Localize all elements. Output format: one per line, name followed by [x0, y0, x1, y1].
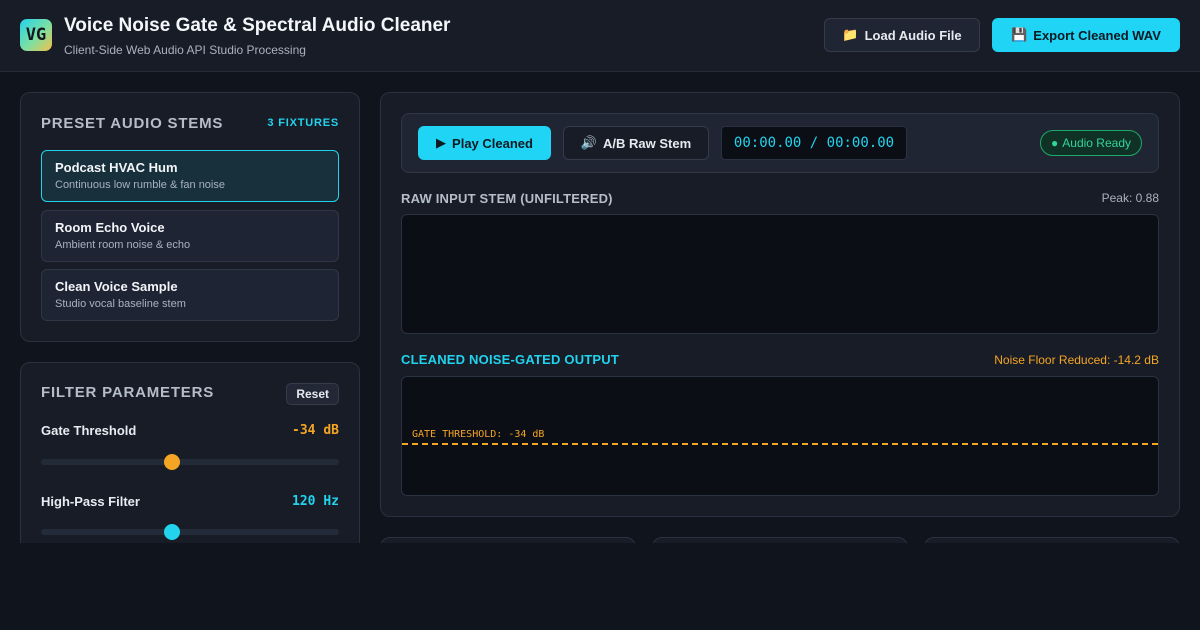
gate-threshold-label: Gate Threshold [41, 423, 137, 438]
app-subtitle: Client-Side Web Audio API Studio Process… [64, 43, 306, 57]
raw-peak-readout: Peak: 0.88 [1101, 191, 1159, 205]
preset-stems-panel: PRESET AUDIO STEMS 3 FIXTURES Podcast HV… [20, 92, 360, 342]
preset-item-room-echo-voice[interactable]: Room Echo Voice Ambient room noise & ech… [41, 210, 339, 262]
ab-raw-stem-label: A/B Raw Stem [603, 135, 692, 151]
app-title: Voice Noise Gate & Spectral Audio Cleane… [64, 15, 451, 36]
preset-item-podcast-hvac-hum[interactable]: Podcast HVAC Hum Continuous low rumble &… [41, 150, 339, 202]
preset-stems-title: PRESET AUDIO STEMS [41, 115, 224, 132]
speaker-icon: 🔊 [580, 135, 598, 150]
status-dot-icon: ● [1051, 136, 1059, 150]
preset-name: Clean Voice Sample [55, 279, 178, 294]
raw-waveform-canvas[interactable] [401, 214, 1159, 334]
play-icon: ▶ [436, 135, 447, 150]
raw-waveform-title: RAW INPUT STEM (UNFILTERED) [401, 191, 613, 206]
export-wav-button[interactable]: 💾 Export Cleaned WAV [992, 18, 1180, 52]
reset-button[interactable]: Reset [286, 383, 339, 405]
viewport-bottom [0, 543, 1200, 630]
folder-icon: 📁 [842, 27, 859, 42]
preset-name: Room Echo Voice [55, 220, 165, 235]
filter-parameters-title: FILTER PARAMETERS [41, 384, 215, 401]
cleaned-waveform-title: CLEANED NOISE-GATED OUTPUT [401, 352, 620, 367]
preset-description: Continuous low rumble & fan noise [55, 179, 225, 191]
audio-status-badge: ● Audio Ready [1040, 130, 1142, 156]
preset-item-clean-voice-sample[interactable]: Clean Voice Sample Studio vocal baseline… [41, 269, 339, 321]
gate-threshold-marker-label: GATE THRESHOLD: -34 dB [412, 429, 545, 440]
preset-name: Podcast HVAC Hum [55, 160, 178, 175]
audio-status-label: Audio Ready [1062, 136, 1131, 150]
high-pass-filter-value: 120 Hz [292, 494, 339, 509]
high-pass-filter-slider-thumb[interactable] [164, 524, 181, 540]
gate-threshold-slider-thumb[interactable] [164, 454, 181, 470]
player-panel: ▶ Play Cleaned 🔊 A/B Raw Stem 00:00.00 /… [380, 92, 1180, 517]
save-icon: 💾 [1011, 27, 1028, 42]
filter-parameters-panel: FILTER PARAMETERS Reset Gate Threshold -… [20, 362, 360, 562]
high-pass-filter-slider[interactable] [41, 524, 339, 540]
gate-threshold-value: -34 dB [292, 423, 339, 438]
preset-description: Studio vocal baseline stem [55, 298, 186, 310]
play-cleaned-label: Play Cleaned [452, 135, 533, 151]
high-pass-filter-label: High-Pass Filter [41, 494, 140, 509]
play-cleaned-button[interactable]: ▶ Play Cleaned [418, 126, 551, 160]
load-audio-label: Load Audio File [864, 27, 962, 43]
fixtures-count-badge: 3 FIXTURES [267, 117, 339, 129]
transport-bar: ▶ Play Cleaned 🔊 A/B Raw Stem 00:00.00 /… [401, 113, 1159, 173]
app-logo: VG [20, 19, 52, 51]
gate-threshold-line[interactable] [402, 443, 1158, 445]
noise-floor-readout: Noise Floor Reduced: -14.2 dB [994, 353, 1159, 367]
gate-threshold-slider[interactable] [41, 454, 339, 470]
app-header: VG Voice Noise Gate & Spectral Audio Cle… [0, 0, 1200, 72]
ab-raw-stem-button[interactable]: 🔊 A/B Raw Stem [563, 126, 709, 160]
export-wav-label: Export Cleaned WAV [1033, 27, 1161, 43]
cleaned-waveform-canvas[interactable]: GATE THRESHOLD: -34 dB [401, 376, 1159, 496]
load-audio-button[interactable]: 📁 Load Audio File [824, 18, 980, 52]
preset-description: Ambient room noise & echo [55, 239, 191, 251]
timecode-display: 00:00.00 / 00:00.00 [721, 126, 907, 160]
